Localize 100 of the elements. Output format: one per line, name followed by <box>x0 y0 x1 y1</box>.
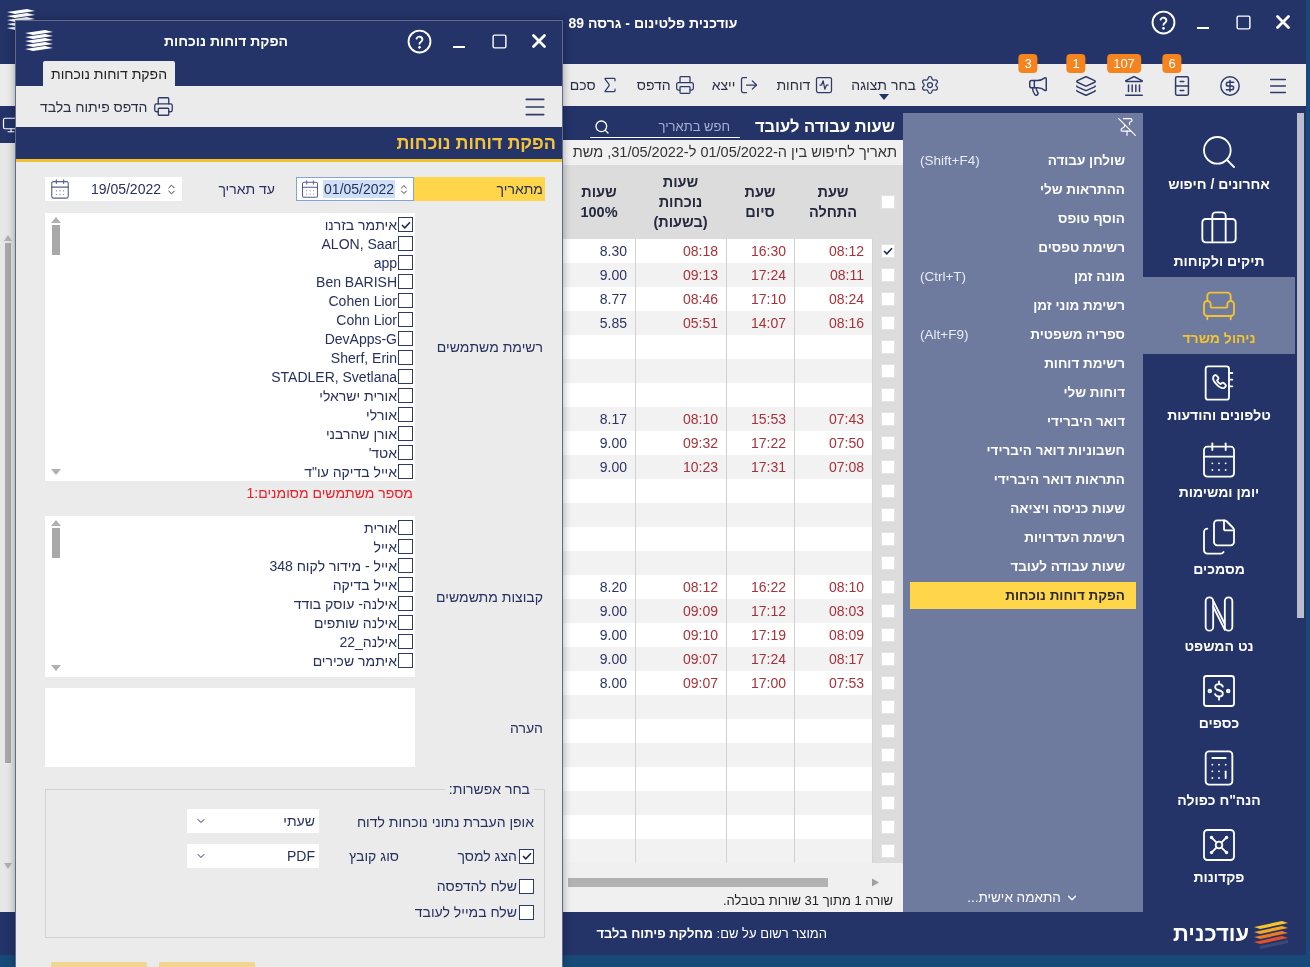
scrollbar[interactable] <box>4 235 12 871</box>
list-item-label: אייל בדיקה <box>332 576 397 593</box>
count-badge: 1 <box>1066 54 1086 73</box>
printer-icon <box>152 96 174 117</box>
nav-item[interactable]: כספים <box>1143 662 1295 739</box>
nav-item[interactable]: נט המשפט <box>1143 585 1295 662</box>
checkbox[interactable] <box>519 878 534 894</box>
checkbox[interactable] <box>398 539 413 554</box>
checkbox[interactable] <box>398 520 413 535</box>
table-cell: 09:10 <box>682 627 718 643</box>
scrollbar[interactable] <box>50 217 62 477</box>
nav-item[interactable]: יומן ומשימות <box>1143 431 1295 508</box>
nav-item[interactable]: הנה"ח כפולה <box>1143 739 1295 816</box>
checkbox[interactable] <box>519 904 534 920</box>
menu-item[interactable]: הוסף טופס <box>910 205 1136 232</box>
menu-item[interactable]: חשבוניות דואר היברידי <box>910 437 1136 464</box>
select-field[interactable]: שעתי <box>187 809 319 833</box>
nav-item[interactable]: מסמכים <box>1143 508 1295 585</box>
reports-button[interactable]: דוחות <box>776 70 835 100</box>
table-cell: 5.85 <box>599 315 627 331</box>
pin-off-icon[interactable] <box>1117 117 1137 137</box>
checkbox[interactable] <box>398 615 413 630</box>
checkbox[interactable] <box>398 653 413 668</box>
scrollbar[interactable] <box>568 877 880 887</box>
table-cell: 8.20 <box>599 579 627 595</box>
checkbox[interactable] <box>519 848 534 864</box>
menu-item[interactable]: רשימת דוחות <box>910 350 1136 377</box>
checkbox[interactable] <box>398 445 413 460</box>
sum-button[interactable]: סכם <box>569 70 620 100</box>
scrollbar[interactable] <box>1297 113 1304 618</box>
checkbox[interactable] <box>398 634 413 649</box>
checkbox[interactable] <box>398 388 413 403</box>
nav-item[interactable]: אחרונים / חיפוש <box>1143 123 1295 200</box>
checkbox[interactable] <box>398 558 413 573</box>
checkbox[interactable] <box>398 350 413 365</box>
nav-item[interactable]: טלפונים והודעות <box>1143 354 1295 431</box>
search-field[interactable]: חפש בתאריך <box>590 115 740 138</box>
list-item-label: אייל בדיקה עו"ד <box>304 463 397 480</box>
menu-item[interactable]: שעות עבודה לעובד <box>910 553 1136 580</box>
group-list[interactable]: אורית אייל אייל - מידור לקוח 348 אייל בדיקה אילנה- עוסק בודד אילנה שותפים אילנה_22 איתמר שכירים <box>45 516 415 677</box>
table-cell: 08:11 <box>830 267 864 283</box>
checkbox[interactable] <box>398 464 413 479</box>
section-title: הפקת דוחות נוכחות <box>396 132 556 154</box>
field-label: סוג קובץ <box>348 848 399 864</box>
menu-item[interactable]: רשימת טפסים <box>910 234 1136 261</box>
field-label: מתאריך <box>414 177 545 201</box>
scrollbar[interactable] <box>50 520 62 673</box>
list-item-label: אילנה שותפים <box>314 614 397 631</box>
table-cell: 07:43 <box>828 411 864 427</box>
checkbox[interactable] <box>398 312 413 327</box>
checkbox[interactable] <box>398 426 413 441</box>
print-button[interactable]: הדפס פיתוח בלבד <box>40 96 174 117</box>
chart-icon <box>814 75 835 95</box>
menu-item[interactable]: התראות דואר היברידי <box>910 466 1136 493</box>
table-cell: 08:17 <box>828 651 864 667</box>
nav-item[interactable]: פקדונות <box>1143 816 1295 893</box>
table-cell: 9.00 <box>599 651 627 667</box>
menu-item[interactable]: דואר היברידי <box>910 408 1136 435</box>
tab[interactable]: הפקת דוחות נוכחות <box>43 61 175 86</box>
checkbox[interactable] <box>398 274 413 289</box>
help-icon <box>406 28 432 54</box>
print-button[interactable]: הדפס <box>636 70 695 100</box>
checkbox[interactable] <box>398 236 413 251</box>
menu-item[interactable]: רשימת העדרויות <box>910 524 1136 551</box>
select-field[interactable]: PDF <box>187 844 319 868</box>
registration-text: המוצר רשום על שם: מחלקת פיתוח בלבד <box>596 926 827 941</box>
menu-item[interactable]: ההתראות שלי <box>910 176 1136 203</box>
table-cell: 17:00 <box>750 675 786 691</box>
checkbox[interactable] <box>398 255 413 270</box>
layers-icon <box>1075 75 1097 97</box>
customize-link[interactable]: התאמה אישית... <box>967 890 1079 905</box>
date-field[interactable]: 01/05/2022 <box>296 177 414 201</box>
nav-item[interactable]: תיקים ולקוחות <box>1143 200 1295 277</box>
checkbox[interactable] <box>398 293 413 308</box>
list-item-label: ALON, Saar <box>321 235 397 252</box>
checkbox[interactable] <box>398 331 413 346</box>
checkbox[interactable] <box>398 369 413 384</box>
menu-item[interactable]: הפקת דוחות נוכחות <box>910 582 1136 609</box>
checkbox[interactable] <box>398 596 413 611</box>
list-item-label: Ben BARISH <box>316 273 397 290</box>
field-label: עד תאריך <box>218 180 275 199</box>
date-field[interactable]: 19/05/2022 <box>45 177 182 201</box>
table-cell: 17:19 <box>750 627 786 643</box>
list-item-label: אטד' <box>368 444 397 461</box>
caret-icon <box>878 94 889 100</box>
checkbox-label: שלח במייל לעובד <box>414 904 517 920</box>
menu-item[interactable]: דוחות שלי <box>910 379 1136 406</box>
checkbox[interactable] <box>398 407 413 422</box>
menu-item[interactable]: רשימת מוני זמן <box>910 292 1136 319</box>
export-button[interactable]: ייצא <box>711 70 760 100</box>
table-cell: 09:32 <box>682 435 718 451</box>
checkbox[interactable] <box>398 577 413 592</box>
list-item-label: אילנה- עוסק בודד <box>293 595 397 612</box>
window-title: עודכנית פלטינום - גרסה 89 <box>568 14 738 33</box>
list-item-label: אילנה_22 <box>339 633 397 650</box>
view-button[interactable]: בחר תצוגה <box>851 70 940 100</box>
checkbox[interactable] <box>398 217 413 232</box>
megaphone-icon <box>1027 75 1049 97</box>
menu-item[interactable]: שעות כניסה ויציאה <box>910 495 1136 522</box>
table-cell: 08:09 <box>828 627 864 643</box>
